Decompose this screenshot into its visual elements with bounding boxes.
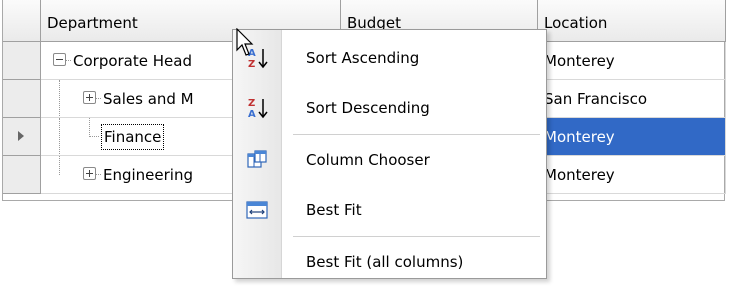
row-indicator[interactable] — [3, 118, 41, 156]
column-header-location[interactable]: Location — [538, 0, 726, 42]
location-cell[interactable]: Monterey — [538, 156, 726, 194]
expand-icon[interactable] — [83, 167, 96, 180]
department-name: Corporate Head — [73, 52, 192, 70]
column-context-menu: A Z Sort Ascending Z A Sort Descending C… — [232, 29, 547, 279]
column-chooser-icon — [247, 150, 267, 168]
menu-item-best-fit[interactable]: Best Fit — [233, 185, 546, 235]
row-indicator[interactable] — [3, 156, 41, 194]
row-indicator[interactable] — [3, 80, 41, 118]
svg-text:Z: Z — [248, 98, 255, 109]
menu-item-label: Best Fit — [306, 201, 362, 219]
menu-item-sort-ascending[interactable]: A Z Sort Ascending — [233, 33, 546, 83]
svg-text:A: A — [248, 109, 256, 120]
department-name: Engineering — [103, 166, 193, 184]
menu-item-label: Column Chooser — [306, 151, 430, 169]
mouse-cursor-icon — [236, 28, 254, 56]
department-name: Finance — [101, 118, 165, 155]
header-indicator-cell — [3, 0, 41, 42]
sort-descending-icon: Z A — [248, 98, 268, 120]
svg-text:Z: Z — [248, 59, 255, 70]
focused-row-arrow-icon — [18, 131, 24, 141]
row-indicator[interactable] — [3, 42, 41, 80]
location-cell[interactable]: Monterey — [538, 118, 726, 156]
location-cell[interactable]: San Francisco — [538, 80, 726, 118]
menu-item-column-chooser[interactable]: Column Chooser — [233, 135, 546, 185]
menu-item-label: Sort Ascending — [306, 49, 420, 67]
department-name: Sales and M — [103, 90, 194, 108]
best-fit-icon — [246, 201, 268, 219]
location-cell[interactable]: Monterey — [538, 42, 726, 80]
menu-item-label: Sort Descending — [306, 99, 430, 117]
expand-icon[interactable] — [83, 91, 96, 104]
menu-item-best-fit-all-columns[interactable]: Best Fit (all columns) — [233, 237, 546, 287]
menu-item-sort-descending[interactable]: Z A Sort Descending — [233, 83, 546, 133]
menu-item-label: Best Fit (all columns) — [306, 253, 464, 271]
collapse-icon[interactable] — [53, 53, 66, 66]
